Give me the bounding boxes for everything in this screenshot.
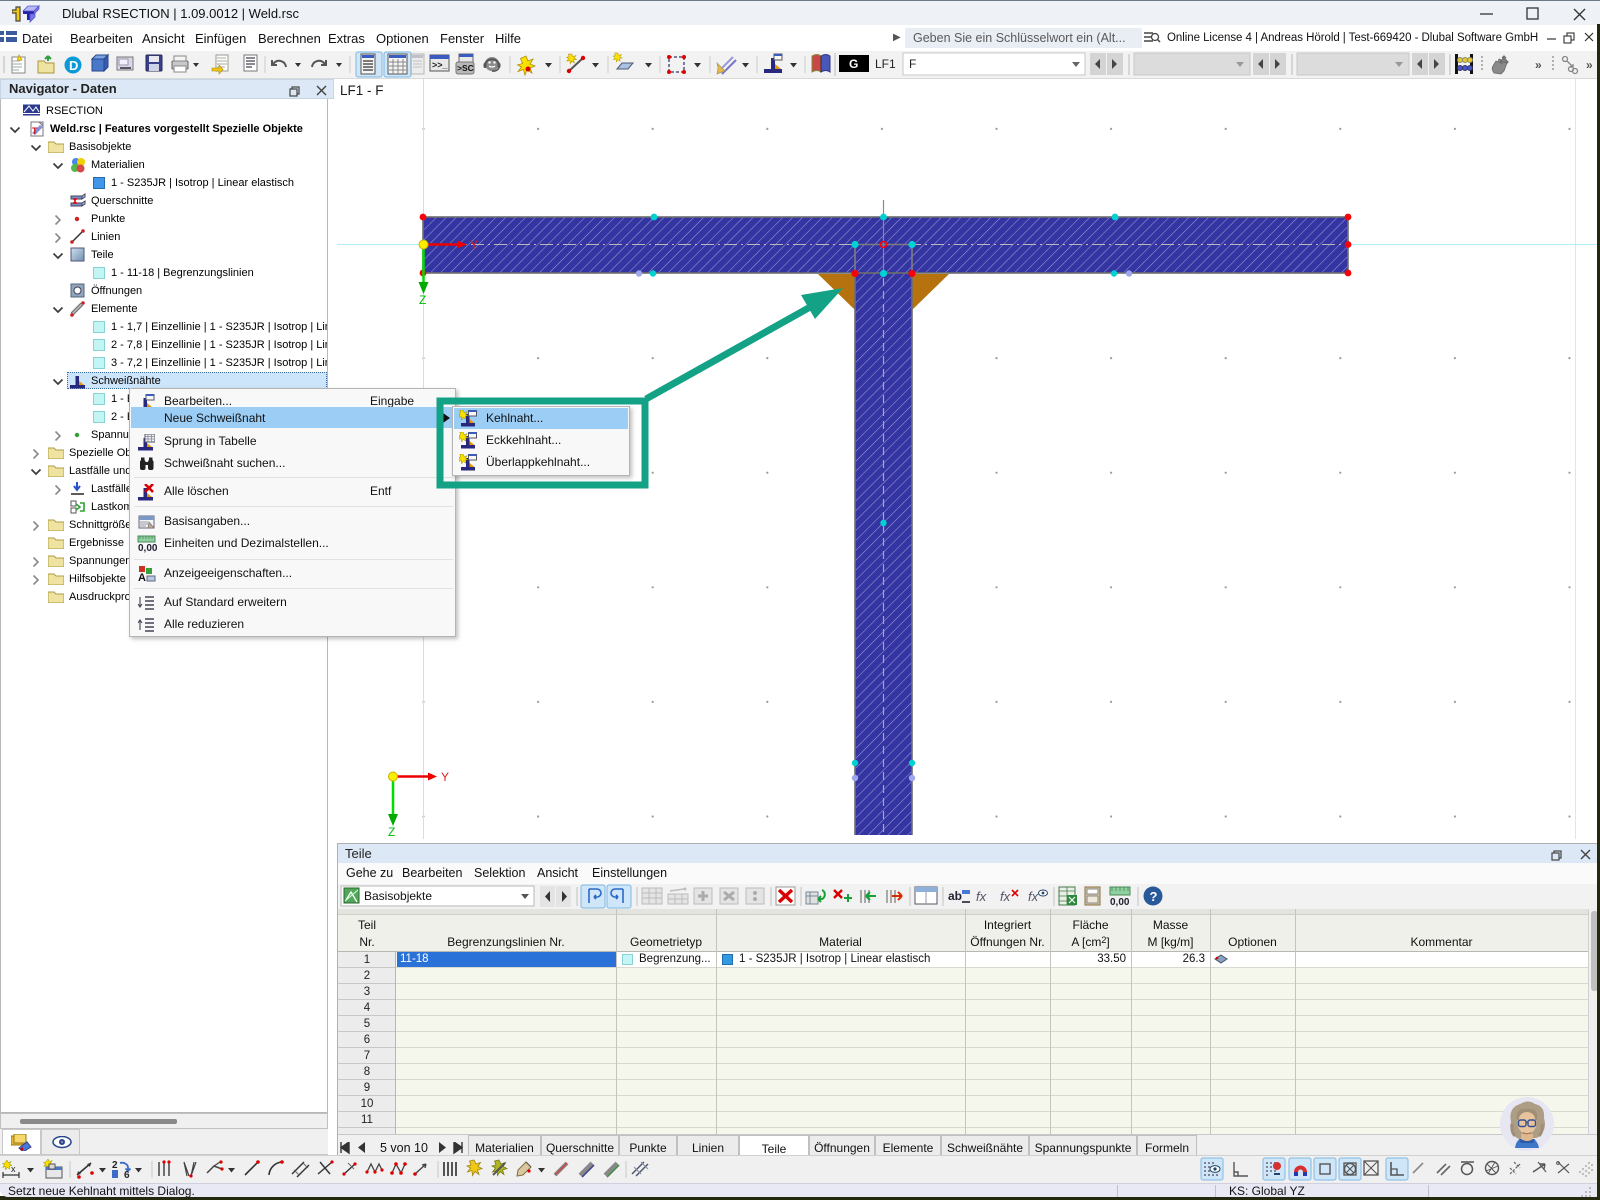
svg-text:0,00: 0,00 xyxy=(138,543,157,553)
svg-text:ab: ab xyxy=(948,889,962,903)
svg-text:?: ? xyxy=(1150,889,1158,904)
svg-text:0,00: 0,00 xyxy=(1110,897,1130,908)
svg-text:>SC: >SC xyxy=(457,63,474,73)
svg-text:D: D xyxy=(69,58,78,73)
svg-text:6: 6 xyxy=(124,1170,130,1181)
svg-text:T: T xyxy=(32,126,38,136)
svg-text:x: x xyxy=(11,1164,16,1174)
svg-text:Basisobjekte: Basisobjekte xyxy=(364,889,432,903)
svg-text:>>_: >>_ xyxy=(432,60,449,70)
svg-text:»: » xyxy=(1586,58,1593,72)
svg-text:F: F xyxy=(909,57,916,71)
svg-text:Y: Y xyxy=(441,770,449,784)
svg-text:Y: Y xyxy=(470,238,478,252)
svg-text:Z: Z xyxy=(419,293,426,307)
svg-text:LF1: LF1 xyxy=(875,57,896,71)
svg-text:fx: fx xyxy=(1028,889,1039,904)
svg-text:A: A xyxy=(138,572,146,583)
svg-text:fx: fx xyxy=(976,889,987,904)
svg-text:G: G xyxy=(849,57,858,71)
svg-text:fx: fx xyxy=(1000,889,1011,904)
svg-text:»: » xyxy=(1535,58,1542,72)
svg-text:Z: Z xyxy=(388,825,395,839)
svg-text:2: 2 xyxy=(112,1160,118,1171)
